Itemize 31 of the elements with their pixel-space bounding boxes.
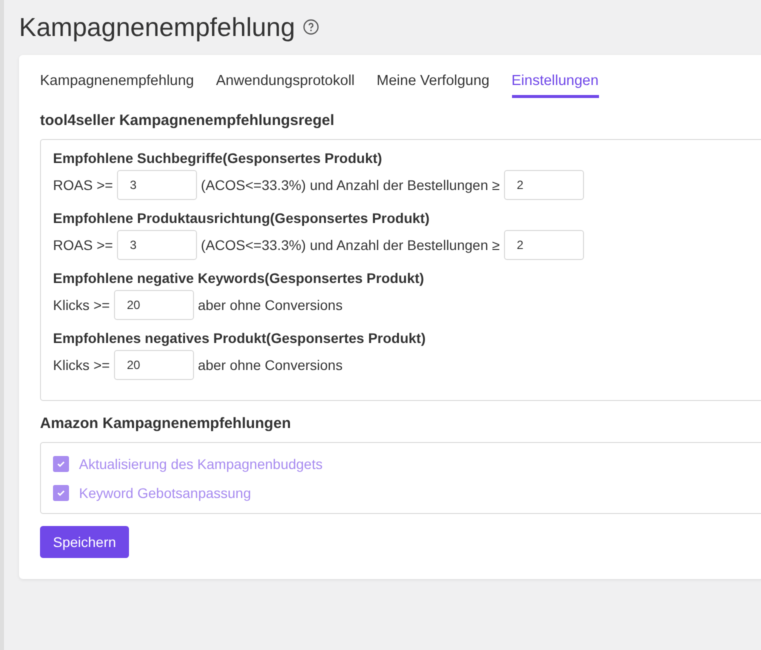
help-icon[interactable] — [303, 19, 320, 35]
check-icon — [56, 488, 66, 498]
rule-title: Empfohlene Suchbegriffe(Gesponsertes Produkt) — [53, 150, 384, 166]
save-button[interactable]: Speichern — [40, 526, 130, 558]
rule-title: Empfohlene negative Keywords(Gesponsertes Produkt) — [53, 270, 426, 286]
number-field[interactable]: 20 — [114, 350, 194, 380]
rule-text: ROAS >= — [53, 237, 113, 253]
section-title: Amazon Kampagnenempfehlungen — [40, 415, 292, 432]
tab[interactable]: Kampagnenempfehlung — [40, 69, 194, 98]
checkbox-label: Aktualisierung des Kampagnenbudgets — [79, 456, 323, 472]
tab[interactable]: Anwendungsprotokoll — [216, 69, 355, 98]
number-field[interactable]: 20 — [114, 290, 194, 320]
rule-text: aber ohne Conversions — [198, 297, 343, 313]
section-title: tool4seller Kampagnenempfehlungsregel — [40, 112, 336, 129]
rule-title: Empfohlenes negatives Produkt(Gesponsertes Produkt) — [53, 330, 427, 346]
rule-text: aber ohne Conversions — [198, 357, 343, 373]
page-title: Kampagnenempfehlung — [19, 12, 296, 42]
rule-text: Klicks >= — [53, 357, 110, 373]
checkbox-label: Keyword Gebotsanpassung — [79, 484, 251, 500]
number-field[interactable]: 3 — [116, 230, 197, 260]
rule-text: (ACOS<=33.3%) und Anzahl der Bestellungen ≥ — [200, 177, 500, 193]
tab[interactable]: Einstellungen — [512, 69, 599, 98]
tab[interactable]: Meine Verfolgung — [376, 69, 490, 98]
rule-title: Empfohlene Produktausrichtung(Gesponsertes Produkt) — [53, 210, 430, 226]
rule-text: (ACOS<=33.3%) und Anzahl der Bestellungen ≥ — [200, 237, 500, 253]
number-field[interactable]: 2 — [504, 170, 584, 200]
number-field[interactable]: 3 — [116, 170, 197, 200]
check-icon — [56, 458, 66, 468]
number-field[interactable]: 2 — [504, 230, 584, 260]
rule-text: Klicks >= — [53, 297, 110, 313]
rule-text: ROAS >= — [53, 177, 113, 193]
